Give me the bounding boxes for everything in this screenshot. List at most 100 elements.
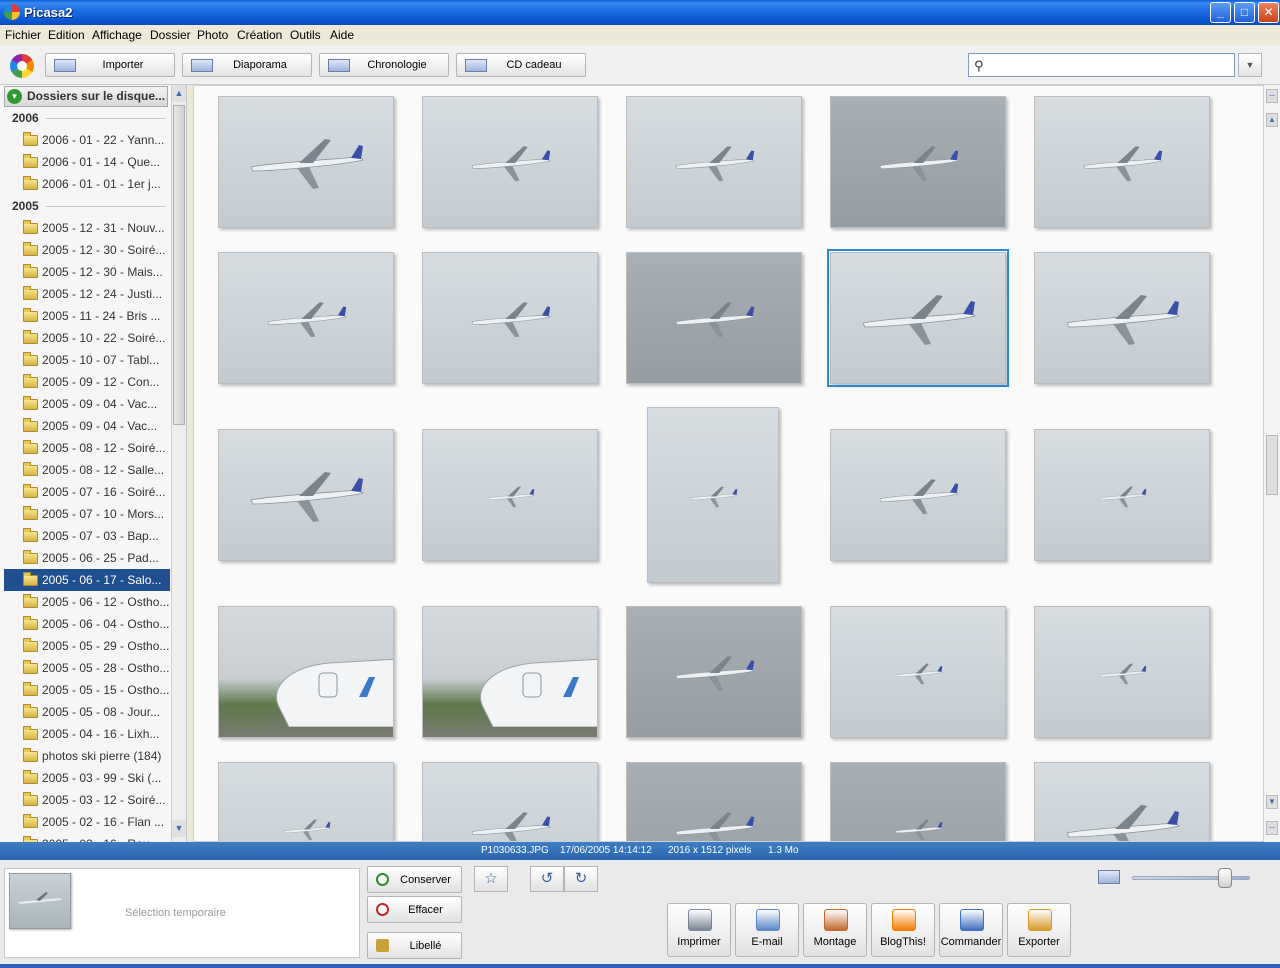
conserver-button[interactable]: Conserver (367, 866, 462, 893)
sidebar-folder-item[interactable]: 2005 - 11 - 24 - Bris ... (4, 305, 170, 327)
photo-thumbnail[interactable] (1034, 252, 1210, 384)
sidebar-folder-item[interactable]: 2005 - 12 - 31 - Nouv... (4, 217, 170, 239)
sidebar-folder-item[interactable]: 2005 - 09 - 12 - Con... (4, 371, 170, 393)
sidebar-folder-item[interactable]: 2005 - 12 - 30 - Soiré... (4, 239, 170, 261)
close-button[interactable]: ✕ (1258, 2, 1279, 23)
sidebar-folder-item[interactable]: 2005 - 07 - 10 - Mors... (4, 503, 170, 525)
grid-scrollbar[interactable]: ─ ▲ ▼ ─ (1264, 85, 1280, 842)
photo-thumbnail[interactable] (218, 429, 394, 561)
sidebar-folder-item[interactable]: 2005 - 04 - 16 - Lixh... (4, 723, 170, 745)
photo-thumbnail[interactable] (647, 407, 779, 583)
scroll-up-icon[interactable]: ▲ (1266, 113, 1278, 127)
sidebar-folder-item[interactable]: photos ski pierre (184) (4, 745, 170, 767)
zoom-slider-handle[interactable] (1218, 868, 1232, 888)
effacer-button[interactable]: Effacer (367, 896, 462, 923)
photo-thumbnail[interactable] (218, 606, 394, 738)
scroll-up-icon[interactable]: ▲ (172, 85, 186, 102)
photo-thumbnail[interactable] (422, 252, 598, 384)
photo-thumbnail[interactable] (626, 606, 802, 738)
collapse-toggle-icon[interactable]: ▼ (7, 89, 22, 104)
photo-thumbnail[interactable] (422, 96, 598, 228)
sidebar-folder-item[interactable]: 2005 - 09 - 04 - Vac... (4, 415, 170, 437)
photo-thumbnail[interactable] (1034, 606, 1210, 738)
photo-thumbnail[interactable] (626, 762, 802, 841)
sidebar-folder-item[interactable]: 2005 - 05 - 29 - Ostho... (4, 635, 170, 657)
minimize-button[interactable]: _ (1210, 2, 1231, 23)
menu-create[interactable]: Création (237, 28, 282, 42)
sidebar-scroll-thumb[interactable] (173, 105, 185, 425)
photo-thumbnail[interactable] (422, 429, 598, 561)
printer-button[interactable]: Imprimer (667, 903, 731, 957)
photo-thumbnail[interactable] (827, 249, 1009, 387)
menu-file[interactable]: Fichier (5, 28, 41, 42)
photo-thumbnail[interactable] (626, 96, 802, 228)
slideshow-button[interactable]: Diaporama (182, 53, 312, 77)
maximize-button[interactable]: □ (1234, 2, 1255, 23)
photo-thumbnail[interactable] (1034, 96, 1210, 228)
libellé-button[interactable]: Libellé (367, 932, 462, 959)
scroll-down-icon[interactable]: ▼ (1266, 795, 1278, 809)
menu-tools[interactable]: Outils (290, 28, 321, 42)
zoom-slider-track[interactable] (1132, 876, 1250, 880)
sidebar-folder-item[interactable]: 2005 - 05 - 28 - Ostho... (4, 657, 170, 679)
menu-photo[interactable]: Photo (197, 28, 228, 42)
sidebar-folder-item[interactable]: 2005 - 06 - 25 - Pad... (4, 547, 170, 569)
sidebar-folder-item[interactable]: 2006 - 01 - 14 - Que... (4, 151, 170, 173)
photo-thumbnail[interactable] (218, 252, 394, 384)
menu-folder[interactable]: Dossier (150, 28, 191, 42)
order-globe-button[interactable]: Commander (939, 903, 1003, 957)
import-button[interactable]: Importer (45, 53, 175, 77)
photo-thumbnail[interactable] (218, 762, 394, 841)
sidebar-folder-item[interactable]: 2005 - 06 - 04 - Ostho... (4, 613, 170, 635)
export-button[interactable]: Exporter (1007, 903, 1071, 957)
menu-edit[interactable]: Edition (48, 28, 85, 42)
sidebar-folder-item[interactable]: 2005 - 08 - 12 - Salle... (4, 459, 170, 481)
menu-help[interactable]: Aide (330, 28, 354, 42)
photo-thumbnail[interactable] (626, 252, 802, 384)
gift-cd-button[interactable]: CD cadeau (456, 53, 586, 77)
sidebar-folder-item[interactable]: 2005 - 08 - 12 - Soiré... (4, 437, 170, 459)
sidebar-folder-item[interactable]: 2005 - 07 - 03 - Bap... (4, 525, 170, 547)
sidebar-folder-item[interactable]: 2005 - 03 - 99 - Ski (... (4, 767, 170, 789)
photo-thumbnail[interactable] (830, 762, 1006, 841)
rotate-left-button[interactable]: ↺ (530, 866, 564, 892)
scroll-down-icon[interactable]: ▼ (172, 820, 186, 837)
grid-scroll-thumb[interactable] (1266, 435, 1278, 495)
photo-thumbnail[interactable] (422, 606, 598, 738)
menu-view[interactable]: Affichage (92, 28, 142, 42)
photo-thumbnail[interactable] (218, 96, 394, 228)
sidebar-folder-item[interactable]: 2005 - 05 - 08 - Jour... (4, 701, 170, 723)
photo-thumbnail[interactable] (1034, 429, 1210, 561)
star-button[interactable]: ☆ (474, 866, 508, 892)
sidebar-folder-item[interactable]: 2005 - 09 - 04 - Vac... (4, 393, 170, 415)
sidebar-folder-item[interactable]: 2005 - 02 - 16 - Flan ... (4, 811, 170, 833)
sidebar-folder-item[interactable]: 2005 - 05 - 15 - Ostho... (4, 679, 170, 701)
search-options-dropdown[interactable]: ▼ (1238, 53, 1262, 77)
sidebar-folder-item[interactable]: 2005 - 02 - 16 - Rou... (4, 833, 170, 842)
photo-thumbnail[interactable] (830, 429, 1006, 561)
photo-thumbnail[interactable] (830, 96, 1006, 228)
collage-button[interactable]: Montage (803, 903, 867, 957)
picasa-logo-icon[interactable] (10, 54, 34, 78)
sidebar-folder-item[interactable]: 2005 - 06 - 17 - Salo... (4, 569, 170, 591)
blogger-button[interactable]: BlogThis! (871, 903, 935, 957)
sidebar-folder-item[interactable]: 2005 - 10 - 22 - Soiré... (4, 327, 170, 349)
timeline-button[interactable]: Chronologie (319, 53, 449, 77)
scroll-bottom-icon[interactable]: ─ (1266, 821, 1278, 835)
sidebar-folder-item[interactable]: 2005 - 07 - 16 - Soiré... (4, 481, 170, 503)
sidebar-folder-item[interactable]: 2006 - 01 - 22 - Yann... (4, 129, 170, 151)
search-input[interactable] (991, 57, 1231, 73)
photo-tray[interactable]: Sélection temporaire (4, 868, 360, 958)
sidebar-folder-item[interactable]: 2005 - 12 - 24 - Justi... (4, 283, 170, 305)
rotate-right-button[interactable]: ↻ (564, 866, 598, 892)
sidebar-folder-item[interactable]: 2005 - 03 - 12 - Soiré... (4, 789, 170, 811)
scroll-top-icon[interactable]: ─ (1266, 89, 1278, 103)
sidebar-folder-item[interactable]: 2005 - 12 - 30 - Mais... (4, 261, 170, 283)
email-button[interactable]: E-mail (735, 903, 799, 957)
photo-thumbnail[interactable] (830, 606, 1006, 738)
tray-thumbnail[interactable] (9, 873, 71, 929)
sidebar-folder-item[interactable]: 2006 - 01 - 01 - 1er j... (4, 173, 170, 195)
sidebar-folder-item[interactable]: 2005 - 10 - 07 - Tabl... (4, 349, 170, 371)
search-box[interactable]: ⚲ (968, 53, 1235, 77)
folders-on-disk-header[interactable]: ▼ Dossiers sur le disque... (4, 86, 168, 107)
